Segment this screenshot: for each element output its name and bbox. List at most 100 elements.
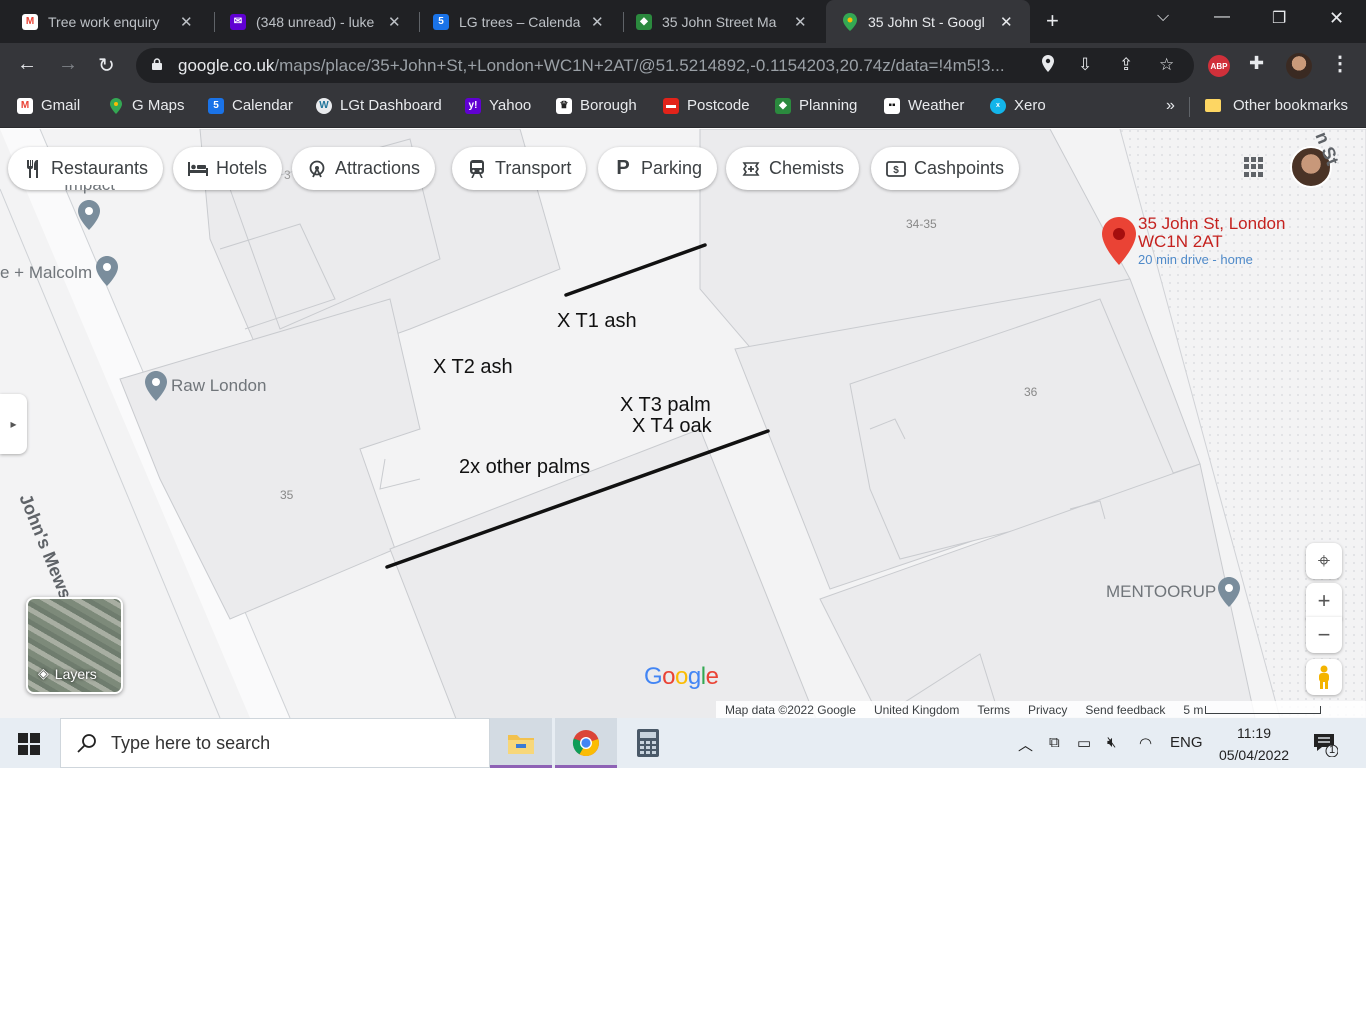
region-link[interactable]: United Kingdom [874, 703, 959, 717]
place-title[interactable]: 35 John St, London WC1N 2AT [1138, 215, 1318, 251]
bookmark-gmaps[interactable]: G Maps [108, 97, 185, 114]
tab-title: 35 John Street Ma [662, 13, 777, 30]
share-icon[interactable]: ⇪ [1119, 55, 1133, 75]
address-bar[interactable]: google.co.uk/maps/place/35+John+St,+Lond… [136, 48, 1194, 83]
bookmark-yahoo[interactable]: y! Yahoo [465, 97, 531, 114]
chip-transport[interactable]: Transport [452, 147, 587, 190]
annotation-t4: X T4 oak [632, 415, 712, 437]
minimize-icon[interactable]: — [1214, 8, 1230, 26]
input-language[interactable]: ENG [1170, 734, 1203, 751]
poi-impact-pin[interactable] [78, 200, 100, 230]
adblock-plus-icon[interactable]: ABP [1208, 55, 1230, 77]
forward-icon[interactable]: → [58, 53, 78, 76]
close-icon[interactable]: ✕ [591, 13, 604, 31]
google-apps-icon[interactable] [1244, 157, 1264, 177]
bookmark-weather[interactable]: ▪▪ Weather [884, 97, 964, 114]
abp-label: ABP [1210, 61, 1228, 71]
poi-raw-london[interactable]: Raw London [145, 371, 266, 401]
install-app-icon[interactable]: ⇩ [1078, 55, 1092, 75]
bookmark-label: Borough [580, 97, 637, 114]
close-icon[interactable]: ✕ [794, 13, 807, 31]
collapse-panel-button[interactable]: ▸ [0, 394, 27, 454]
bookmark-borough[interactable]: ♛ Borough [556, 97, 637, 114]
more-menu-icon[interactable]: ⋮ [1330, 51, 1350, 76]
google-maps-icon [108, 97, 124, 114]
place-subtitle: 20 min drive - home [1138, 252, 1253, 267]
chip-cashpoints[interactable]: $ Cashpoints [871, 147, 1020, 190]
url-text[interactable]: google.co.uk/maps/place/35+John+St,+Lond… [178, 56, 1028, 76]
more-bookmarks-button[interactable]: » [1166, 97, 1175, 115]
bookmark-star-icon[interactable]: ☆ [1159, 55, 1174, 75]
volume-muted-icon[interactable]: 🔇︎ [1107, 734, 1116, 751]
close-icon[interactable]: ✕ [180, 13, 193, 31]
wifi-icon[interactable]: ◠ [1139, 734, 1152, 752]
zoom-out-button[interactable]: − [1306, 617, 1342, 653]
chip-label: Chemists [769, 158, 845, 178]
bookmark-calendar[interactable]: 5 Calendar [208, 97, 293, 114]
notifications-button[interactable]: 1 [1312, 731, 1339, 762]
show-hidden-icons-chevron-icon[interactable]: ︿ [1018, 734, 1033, 755]
tab-calendar[interactable]: 5 LG trees – Calenda ✕ [411, 0, 621, 43]
tab-yahoo-mail[interactable]: ✉ (348 unread) - luke ✕ [208, 0, 418, 43]
chip-label: Restaurants [51, 158, 149, 178]
device-icon[interactable]: ⧉ [1049, 734, 1060, 751]
bookmark-label: G Maps [132, 97, 185, 114]
bookmark-postcode[interactable]: ▬ Postcode [663, 97, 750, 114]
bookmark-planning[interactable]: ◆ Planning [775, 97, 857, 114]
bookmark-xero[interactable]: x Xero [990, 97, 1046, 114]
close-window-icon[interactable]: ✕ [1329, 8, 1344, 29]
taskbar-calculator[interactable] [617, 718, 679, 768]
poi-mentoorup[interactable]: MENTOORUP [1106, 577, 1241, 607]
taskbar-file-explorer[interactable] [490, 718, 552, 768]
tab-gmail[interactable]: M Tree work enquiry ✕ [0, 0, 214, 43]
scale-bar[interactable] [1205, 705, 1322, 714]
atm-icon: $ [886, 160, 906, 177]
windows-start-icon[interactable] [18, 733, 40, 755]
location-pin-icon[interactable] [1042, 55, 1054, 77]
poi-malcolm[interactable]: e + Malcolm [0, 256, 119, 286]
close-icon[interactable]: ✕ [1000, 13, 1013, 31]
attraction-icon [307, 160, 327, 178]
privacy-link[interactable]: Privacy [1028, 703, 1067, 717]
selected-place-pin-icon[interactable] [1102, 217, 1136, 265]
bookmark-gmail[interactable]: M Gmail [17, 97, 80, 114]
map-canvas[interactable]: Restaurants Hotels Attractions Transport… [0, 129, 1366, 718]
send-feedback-link[interactable]: Send feedback [1085, 703, 1165, 717]
pegman-button[interactable] [1306, 659, 1342, 695]
layers-button[interactable]: ◈ Layers [26, 597, 123, 694]
back-icon[interactable]: ← [17, 53, 37, 76]
chip-parking[interactable]: P Parking [598, 147, 718, 190]
extensions-puzzle-icon[interactable]: ✚ [1249, 53, 1264, 74]
parking-icon: P [616, 157, 630, 179]
chip-attractions[interactable]: Attractions [292, 147, 436, 190]
file-explorer-icon [508, 735, 534, 754]
profile-avatar[interactable] [1286, 53, 1312, 79]
tab-planning[interactable]: ◆ 35 John Street Ma ✕ [614, 0, 824, 43]
calendar-icon: 5 [208, 97, 224, 114]
my-location-button[interactable]: ⌖ [1306, 543, 1342, 579]
url-host: google.co.uk [178, 56, 275, 75]
chip-restaurants[interactable]: Restaurants [8, 147, 164, 190]
bookmarks-bar: M Gmail G Maps 5 Calendar W LGt Dashboard y… [0, 88, 1366, 128]
taskbar-search-box[interactable]: Type here to search [60, 718, 490, 768]
restore-icon[interactable]: ❐ [1272, 8, 1286, 28]
battery-icon[interactable]: ▭ [1077, 734, 1091, 752]
notification-count: 1 [1329, 744, 1336, 756]
tab-google-maps[interactable]: 35 John St - Googl ✕ [826, 0, 1030, 43]
reload-icon[interactable]: ↻ [98, 53, 115, 78]
taskbar-clock[interactable]: 11:19 05/04/2022 [1214, 722, 1294, 766]
taskbar-chrome[interactable] [555, 718, 617, 768]
close-icon[interactable]: ✕ [388, 13, 401, 31]
bookmarks-separator [1189, 97, 1190, 117]
tab-search-chevron-icon[interactable]: ⌵ [1157, 8, 1169, 26]
terms-link[interactable]: Terms [977, 703, 1010, 717]
other-bookmarks[interactable]: Other bookmarks [1205, 97, 1348, 114]
bookmark-lgt-dashboard[interactable]: W LGt Dashboard [316, 97, 442, 114]
chip-hotels[interactable]: Hotels [173, 147, 283, 190]
scale-label[interactable]: 5 m [1183, 703, 1203, 717]
new-tab-icon[interactable]: + [1046, 8, 1059, 34]
chip-label: Parking [641, 158, 703, 178]
zoom-in-button[interactable]: + [1306, 583, 1342, 619]
chip-chemists[interactable]: Chemists [726, 147, 860, 190]
restaurant-icon [23, 159, 43, 178]
